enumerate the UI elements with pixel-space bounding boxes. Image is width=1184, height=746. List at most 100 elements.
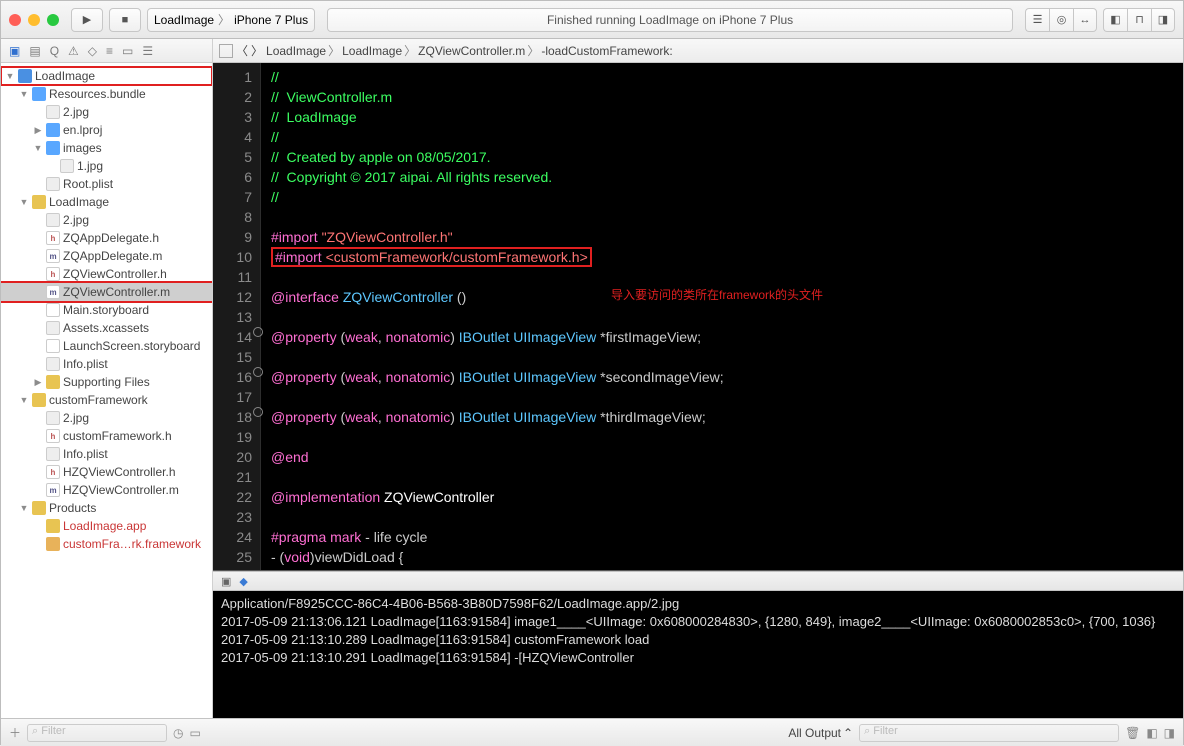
tree-item[interactable]: ▼LoadImage <box>1 67 212 85</box>
tree-item-label: 2.jpg <box>63 105 89 119</box>
console-view-icon[interactable]: ◨ <box>1164 726 1175 740</box>
console-output-selector[interactable]: All Output ⌃ <box>788 724 853 742</box>
tree-item[interactable]: Assets.xcassets <box>1 319 212 337</box>
report-nav-icon[interactable]: ☰ <box>142 44 153 58</box>
tree-item[interactable]: Main.storyboard <box>1 301 212 319</box>
console-output[interactable]: Application/F8925CCC-86C4-4B06-B568-3B80… <box>213 591 1183 671</box>
issue-nav-icon[interactable]: ⚠ <box>68 44 79 58</box>
scm-filter-icon[interactable]: ▭ <box>190 726 201 740</box>
search-nav-icon[interactable]: Q <box>50 44 59 58</box>
tree-item[interactable]: Root.plist <box>1 175 212 193</box>
activity-status: Finished running LoadImage on iPhone 7 P… <box>327 8 1013 32</box>
jump-crumb[interactable]: LoadImage <box>342 44 402 58</box>
tree-item[interactable]: mZQAppDelegate.m <box>1 247 212 265</box>
jump-bar-path[interactable]: LoadImage〉LoadImage〉ZQViewController.m〉-… <box>266 42 673 59</box>
trash-icon[interactable]: 🗑 <box>1125 726 1140 740</box>
file-icon <box>46 213 60 227</box>
jump-crumb[interactable]: LoadImage <box>266 44 326 58</box>
m-icon: m <box>46 285 60 299</box>
tree-item[interactable]: ▼Resources.bundle <box>1 85 212 103</box>
tree-item-label: Resources.bundle <box>49 87 146 101</box>
tree-item[interactable]: 2.jpg <box>1 409 212 427</box>
console-toolbar: ▣ ◆ <box>213 571 1183 591</box>
tree-item-label: customFramework.h <box>63 429 172 443</box>
window-controls <box>9 14 59 26</box>
tree-item[interactable]: hZQAppDelegate.h <box>1 229 212 247</box>
minimize-icon[interactable] <box>28 14 40 26</box>
yfolder-icon <box>32 501 46 515</box>
test-nav-icon[interactable]: ◇ <box>88 44 97 58</box>
file-icon <box>46 105 60 119</box>
bottom-bar: ＋ ⌕ Filter ◷ ▭ All Output ⌃ ⌕ Filter 🗑 ◧… <box>1 718 1183 746</box>
tree-item[interactable]: ▼customFramework <box>1 391 212 409</box>
tree-item[interactable]: customFra…rk.framework <box>1 535 212 553</box>
yfolder-icon <box>32 195 46 209</box>
tree-item[interactable]: 1.jpg <box>1 157 212 175</box>
tree-item[interactable]: mHZQViewController.m <box>1 481 212 499</box>
proj-icon <box>18 69 32 83</box>
recent-filter-icon[interactable]: ◷ <box>173 726 183 740</box>
scheme-app: LoadImage <box>154 13 214 27</box>
tree-item[interactable]: ▶Supporting Files <box>1 373 212 391</box>
file-icon <box>60 159 74 173</box>
forward-button[interactable]: 〉 <box>251 42 263 59</box>
source-text[interactable]: //// ViewController.m// LoadImage//// Cr… <box>261 63 1183 570</box>
tree-item[interactable]: mZQViewController.m <box>1 283 212 301</box>
tree-item-label: Info.plist <box>63 357 108 371</box>
console-filter[interactable]: ⌕ Filter <box>859 724 1119 742</box>
sb-icon <box>46 339 60 353</box>
related-items-icon[interactable] <box>219 44 233 58</box>
console-toggle-icon[interactable]: ▣ <box>221 575 231 588</box>
tree-item-label: 1.jpg <box>77 159 103 173</box>
file-icon <box>46 411 60 425</box>
add-button[interactable]: ＋ <box>9 724 21 741</box>
tree-item[interactable]: ▶en.lproj <box>1 121 212 139</box>
tree-item[interactable]: 2.jpg <box>1 103 212 121</box>
symbol-nav-icon[interactable]: ▤ <box>29 44 40 58</box>
standard-editor-button[interactable]: ☰ <box>1025 8 1049 32</box>
editor-mode-group: ☰ ◎ ↔ <box>1025 8 1097 32</box>
navigator-filter[interactable]: ⌕ Filter <box>27 724 167 742</box>
tree-item[interactable]: Info.plist <box>1 445 212 463</box>
tree-item[interactable]: 2.jpg <box>1 211 212 229</box>
jump-crumb[interactable]: -loadCustomFramework: <box>541 44 672 58</box>
zoom-icon[interactable] <box>47 14 59 26</box>
jump-bar[interactable]: 〈 〉 LoadImage〉LoadImage〉ZQViewController… <box>213 39 1183 63</box>
tree-item[interactable]: LoadImage.app <box>1 517 212 535</box>
scheme-selector[interactable]: LoadImage 〉 iPhone 7 Plus <box>147 8 315 32</box>
back-button[interactable]: 〈 <box>236 42 248 59</box>
tree-item[interactable]: Info.plist <box>1 355 212 373</box>
folder-icon <box>46 141 60 155</box>
navigator-tabs[interactable]: ▣ ▤ Q ⚠ ◇ ≡ ▭ ☰ <box>1 39 212 63</box>
tree-item[interactable]: ▼LoadImage <box>1 193 212 211</box>
tree-item-label: Main.storyboard <box>63 303 149 317</box>
debug-nav-icon[interactable]: ≡ <box>106 44 113 58</box>
tree-item[interactable]: ▼Products <box>1 499 212 517</box>
code-editor[interactable]: 1234567891011121314151617181920212223242… <box>213 63 1183 570</box>
file-icon <box>46 321 60 335</box>
variables-view-icon[interactable]: ◧ <box>1146 726 1157 740</box>
run-button[interactable]: ▶ <box>71 8 103 32</box>
tree-item-label: customFramework <box>49 393 148 407</box>
console-filter-icon[interactable]: ◆ <box>239 575 247 588</box>
project-nav-icon[interactable]: ▣ <box>9 44 20 58</box>
tree-item[interactable]: hHZQViewController.h <box>1 463 212 481</box>
breakpoint-nav-icon[interactable]: ▭ <box>122 44 133 58</box>
assistant-editor-button[interactable]: ◎ <box>1049 8 1073 32</box>
jump-crumb[interactable]: ZQViewController.m <box>418 44 525 58</box>
tree-item[interactable]: ▼images <box>1 139 212 157</box>
toggle-debug-button[interactable]: ⊓ <box>1127 8 1151 32</box>
version-editor-button[interactable]: ↔ <box>1073 8 1097 32</box>
toggle-utilities-button[interactable]: ◨ <box>1151 8 1175 32</box>
toggle-navigator-button[interactable]: ◧ <box>1103 8 1127 32</box>
tree-item-label: en.lproj <box>63 123 102 137</box>
stop-button[interactable]: ■ <box>109 8 141 32</box>
tree-item-label: HZQViewController.m <box>63 483 179 497</box>
project-tree[interactable]: ▼LoadImage▼Resources.bundle2.jpg▶en.lpro… <box>1 63 212 718</box>
tree-item[interactable]: hZQViewController.h <box>1 265 212 283</box>
close-icon[interactable] <box>9 14 21 26</box>
tree-item-label: HZQViewController.h <box>63 465 176 479</box>
scheme-device: iPhone 7 Plus <box>234 13 308 27</box>
tree-item[interactable]: hcustomFramework.h <box>1 427 212 445</box>
tree-item[interactable]: LaunchScreen.storyboard <box>1 337 212 355</box>
